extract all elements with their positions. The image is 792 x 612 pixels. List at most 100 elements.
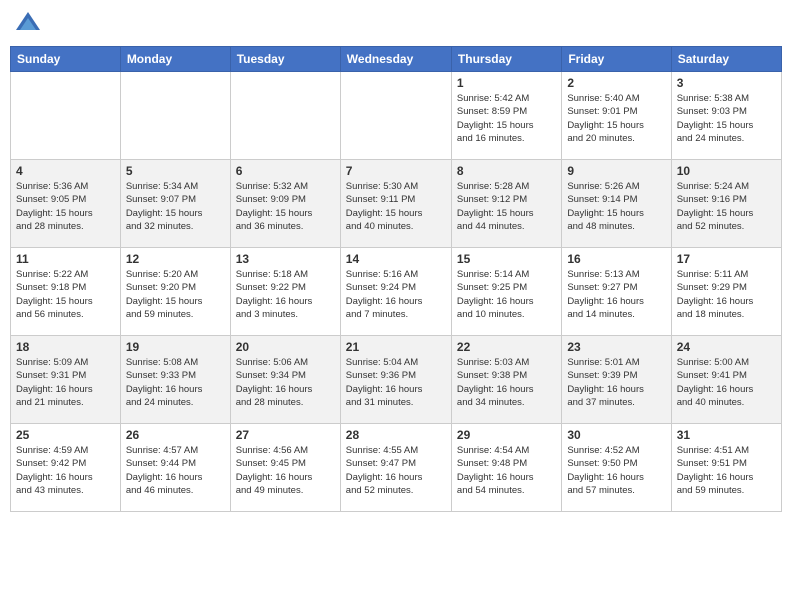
day-number: 5: [126, 164, 225, 178]
weekday-header-sunday: Sunday: [11, 47, 121, 72]
day-number: 17: [677, 252, 776, 266]
calendar-cell: [120, 72, 230, 160]
day-info: Sunrise: 4:57 AM Sunset: 9:44 PM Dayligh…: [126, 444, 225, 497]
calendar-cell: 3 Sunrise: 5:38 AM Sunset: 9:03 PM Daylig…: [671, 72, 781, 160]
calendar-week-2: 4 Sunrise: 5:36 AM Sunset: 9:05 PM Daylig…: [11, 160, 782, 248]
calendar-cell: 6Sunrise: 5:32 AM Sunset: 9:09 PM Daylig…: [230, 160, 340, 248]
day-info: Sunrise: 5:14 AM Sunset: 9:25 PM Dayligh…: [457, 268, 556, 321]
calendar-cell: 29Sunrise: 4:54 AM Sunset: 9:48 PM Dayli…: [451, 424, 561, 512]
calendar-cell: 14Sunrise: 5:16 AM Sunset: 9:24 PM Dayli…: [340, 248, 451, 336]
calendar-cell: 31 Sunrise: 4:51 AM Sunset: 9:51 PM Dayli…: [671, 424, 781, 512]
calendar-cell: 28 Sunrise: 4:55 AM Sunset: 9:47 PM Dayli…: [340, 424, 451, 512]
day-number: 25: [16, 428, 115, 442]
calendar-cell: 12 Sunrise: 5:20 AM Sunset: 9:20 PM Dayli…: [120, 248, 230, 336]
day-info: Sunrise: 5:26 AM Sunset: 9:14 PM Dayligh…: [567, 180, 665, 233]
calendar-cell: 24 Sunrise: 5:00 AM Sunset: 9:41 PM Dayli…: [671, 336, 781, 424]
day-info: Sunrise: 4:56 AM Sunset: 9:45 PM Dayligh…: [236, 444, 335, 497]
weekday-header-row: SundayMondayTuesdayWednesdayThursdayFrid…: [11, 47, 782, 72]
day-info: Sunrise: 5:18 AM Sunset: 9:22 PM Dayligh…: [236, 268, 335, 321]
calendar-week-1: 1Sunrise: 5:42 AM Sunset: 8:59 PM Daylig…: [11, 72, 782, 160]
day-number: 1: [457, 76, 556, 90]
weekday-header-wednesday: Wednesday: [340, 47, 451, 72]
calendar-week-3: 11 Sunrise: 5:22 AM Sunset: 9:18 PM Dayli…: [11, 248, 782, 336]
calendar-cell: 23 Sunrise: 5:01 AM Sunset: 9:39 PM Dayli…: [562, 336, 671, 424]
day-number: 30: [567, 428, 665, 442]
day-number: 3: [677, 76, 776, 90]
day-info: Sunrise: 5:00 AM Sunset: 9:41 PM Dayligh…: [677, 356, 776, 409]
calendar-cell: 20Sunrise: 5:06 AM Sunset: 9:34 PM Dayli…: [230, 336, 340, 424]
calendar-week-4: 18Sunrise: 5:09 AM Sunset: 9:31 PM Dayli…: [11, 336, 782, 424]
day-number: 14: [346, 252, 446, 266]
day-info: Sunrise: 5:20 AM Sunset: 9:20 PM Dayligh…: [126, 268, 225, 321]
day-number: 4: [16, 164, 115, 178]
day-number: 9: [567, 164, 665, 178]
calendar-cell: 9 Sunrise: 5:26 AM Sunset: 9:14 PM Daylig…: [562, 160, 671, 248]
day-number: 6: [236, 164, 335, 178]
day-number: 27: [236, 428, 335, 442]
day-info: Sunrise: 5:22 AM Sunset: 9:18 PM Dayligh…: [16, 268, 115, 321]
logo-icon: [14, 10, 42, 38]
day-number: 8: [457, 164, 556, 178]
weekday-header-tuesday: Tuesday: [230, 47, 340, 72]
weekday-header-saturday: Saturday: [671, 47, 781, 72]
day-number: 24: [677, 340, 776, 354]
day-number: 23: [567, 340, 665, 354]
calendar-cell: 18Sunrise: 5:09 AM Sunset: 9:31 PM Dayli…: [11, 336, 121, 424]
day-info: Sunrise: 5:13 AM Sunset: 9:27 PM Dayligh…: [567, 268, 665, 321]
weekday-header-monday: Monday: [120, 47, 230, 72]
day-number: 10: [677, 164, 776, 178]
calendar-cell: [11, 72, 121, 160]
calendar-cell: 1Sunrise: 5:42 AM Sunset: 8:59 PM Daylig…: [451, 72, 561, 160]
calendar-cell: 2 Sunrise: 5:40 AM Sunset: 9:01 PM Daylig…: [562, 72, 671, 160]
day-info: Sunrise: 5:11 AM Sunset: 9:29 PM Dayligh…: [677, 268, 776, 321]
calendar-cell: 15 Sunrise: 5:14 AM Sunset: 9:25 PM Dayli…: [451, 248, 561, 336]
day-info: Sunrise: 4:59 AM Sunset: 9:42 PM Dayligh…: [16, 444, 115, 497]
day-info: Sunrise: 5:08 AM Sunset: 9:33 PM Dayligh…: [126, 356, 225, 409]
day-number: 2: [567, 76, 665, 90]
day-number: 21: [346, 340, 446, 354]
day-info: Sunrise: 5:36 AM Sunset: 9:05 PM Dayligh…: [16, 180, 115, 233]
calendar-cell: 26 Sunrise: 4:57 AM Sunset: 9:44 PM Dayli…: [120, 424, 230, 512]
calendar-cell: 8 Sunrise: 5:28 AM Sunset: 9:12 PM Daylig…: [451, 160, 561, 248]
day-info: Sunrise: 5:28 AM Sunset: 9:12 PM Dayligh…: [457, 180, 556, 233]
day-number: 11: [16, 252, 115, 266]
calendar-week-5: 25 Sunrise: 4:59 AM Sunset: 9:42 PM Dayli…: [11, 424, 782, 512]
day-number: 12: [126, 252, 225, 266]
calendar-cell: [340, 72, 451, 160]
day-info: Sunrise: 5:40 AM Sunset: 9:01 PM Dayligh…: [567, 92, 665, 145]
day-info: Sunrise: 5:03 AM Sunset: 9:38 PM Dayligh…: [457, 356, 556, 409]
calendar-cell: 10 Sunrise: 5:24 AM Sunset: 9:16 PM Dayli…: [671, 160, 781, 248]
day-info: Sunrise: 5:04 AM Sunset: 9:36 PM Dayligh…: [346, 356, 446, 409]
day-number: 26: [126, 428, 225, 442]
day-number: 22: [457, 340, 556, 354]
day-info: Sunrise: 5:06 AM Sunset: 9:34 PM Dayligh…: [236, 356, 335, 409]
day-info: Sunrise: 4:51 AM Sunset: 9:51 PM Dayligh…: [677, 444, 776, 497]
day-info: Sunrise: 4:54 AM Sunset: 9:48 PM Dayligh…: [457, 444, 556, 497]
calendar-table: SundayMondayTuesdayWednesdayThursdayFrid…: [10, 46, 782, 512]
day-info: Sunrise: 5:01 AM Sunset: 9:39 PM Dayligh…: [567, 356, 665, 409]
calendar-cell: 30 Sunrise: 4:52 AM Sunset: 9:50 PM Dayli…: [562, 424, 671, 512]
calendar-cell: 11 Sunrise: 5:22 AM Sunset: 9:18 PM Dayli…: [11, 248, 121, 336]
day-info: Sunrise: 5:38 AM Sunset: 9:03 PM Dayligh…: [677, 92, 776, 145]
calendar-cell: 4 Sunrise: 5:36 AM Sunset: 9:05 PM Daylig…: [11, 160, 121, 248]
calendar-cell: 17 Sunrise: 5:11 AM Sunset: 9:29 PM Dayli…: [671, 248, 781, 336]
calendar-cell: 16 Sunrise: 5:13 AM Sunset: 9:27 PM Dayli…: [562, 248, 671, 336]
calendar-cell: 13 Sunrise: 5:18 AM Sunset: 9:22 PM Dayli…: [230, 248, 340, 336]
day-info: Sunrise: 5:30 AM Sunset: 9:11 PM Dayligh…: [346, 180, 446, 233]
day-number: 31: [677, 428, 776, 442]
calendar-cell: 5 Sunrise: 5:34 AM Sunset: 9:07 PM Daylig…: [120, 160, 230, 248]
page-header: [10, 10, 782, 38]
calendar-cell: 22 Sunrise: 5:03 AM Sunset: 9:38 PM Dayli…: [451, 336, 561, 424]
day-info: Sunrise: 4:52 AM Sunset: 9:50 PM Dayligh…: [567, 444, 665, 497]
day-info: Sunrise: 5:24 AM Sunset: 9:16 PM Dayligh…: [677, 180, 776, 233]
calendar-cell: 19Sunrise: 5:08 AM Sunset: 9:33 PM Dayli…: [120, 336, 230, 424]
day-info: Sunrise: 4:55 AM Sunset: 9:47 PM Dayligh…: [346, 444, 446, 497]
day-number: 15: [457, 252, 556, 266]
day-number: 13: [236, 252, 335, 266]
calendar-cell: 25 Sunrise: 4:59 AM Sunset: 9:42 PM Dayli…: [11, 424, 121, 512]
day-number: 16: [567, 252, 665, 266]
day-number: 28: [346, 428, 446, 442]
day-info: Sunrise: 5:34 AM Sunset: 9:07 PM Dayligh…: [126, 180, 225, 233]
calendar-cell: 21 Sunrise: 5:04 AM Sunset: 9:36 PM Dayli…: [340, 336, 451, 424]
calendar-cell: [230, 72, 340, 160]
